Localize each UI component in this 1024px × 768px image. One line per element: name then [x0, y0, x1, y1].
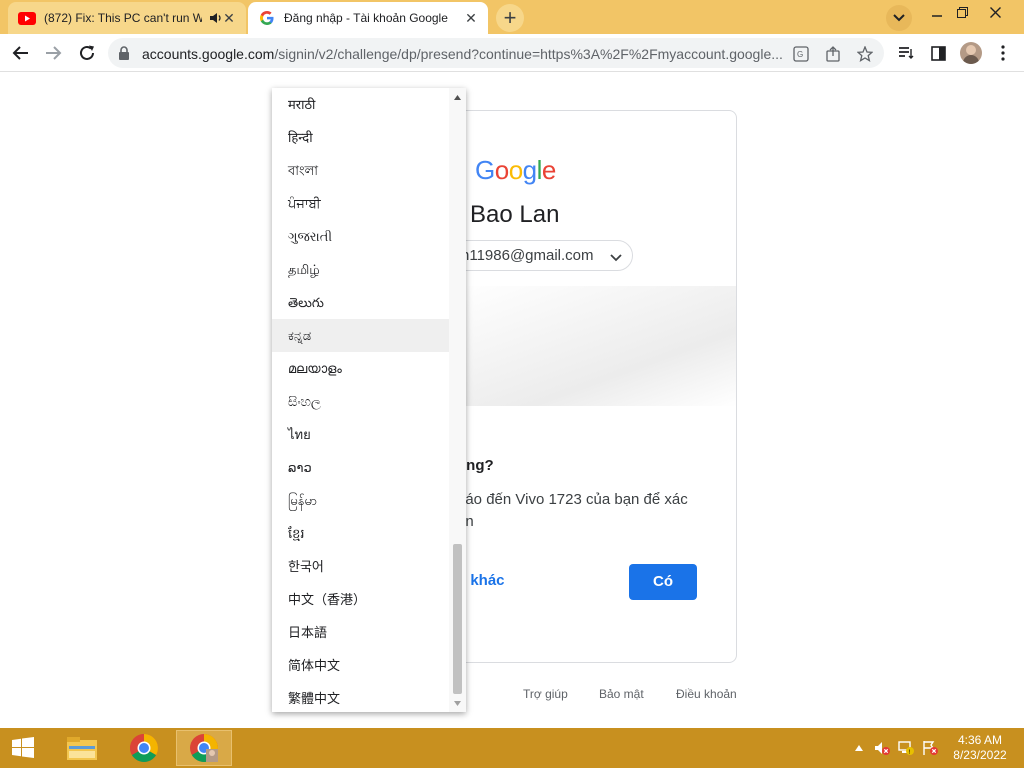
language-option[interactable]: 简体中文	[272, 649, 449, 682]
forward-arrow-icon[interactable]	[40, 40, 66, 66]
prompt-description: báo đến Vivo 1723 của bạn để xác ạn	[457, 489, 727, 533]
language-option[interactable]: ਪੰਜਾਬੀ	[272, 187, 449, 220]
yes-button[interactable]: Có	[629, 564, 697, 600]
language-option[interactable]: বাংলা	[272, 154, 449, 187]
close-tab-icon[interactable]: ✕	[220, 9, 238, 27]
windows-start-icon[interactable]	[8, 736, 40, 760]
tab-search-button[interactable]	[886, 5, 912, 31]
language-dropdown[interactable]: मराठी हिन्दी বাংলা ਪੰਜਾਬੀ ગુજરાતી தமிழ் …	[272, 88, 466, 712]
taskbar-clock[interactable]: 4:36 AM 8/23/2022	[944, 733, 1016, 763]
side-panel-icon[interactable]	[928, 43, 948, 63]
show-hidden-icons-chevron-icon[interactable]	[851, 740, 867, 756]
close-window-button[interactable]	[980, 2, 1010, 22]
chrome-taskbar-icon[interactable]	[116, 730, 172, 766]
url-path: /signin/v2/challenge/dp/presend?continue…	[274, 46, 783, 62]
more-menu-icon[interactable]	[993, 43, 1013, 63]
restore-button[interactable]	[947, 2, 977, 22]
scrollbar-thumb[interactable]	[453, 544, 462, 694]
lock-icon[interactable]	[118, 46, 130, 65]
language-option[interactable]: മലയാളം	[272, 352, 449, 385]
google-favicon-icon	[258, 10, 276, 26]
language-option[interactable]: தமிழ்	[272, 253, 449, 286]
chevron-down-icon	[610, 249, 622, 267]
privacy-link[interactable]: Bảo mật	[599, 687, 644, 701]
profile-avatar[interactable]	[960, 42, 982, 64]
prompt-line-1: báo đến Vivo 1723 của bạn để xác	[457, 491, 688, 508]
help-link[interactable]: Trợ giúp	[523, 687, 568, 701]
language-option[interactable]: ລາວ	[272, 451, 449, 484]
youtube-icon	[18, 10, 36, 26]
tab-title: (872) Fix: This PC can't run Windows 11	[44, 11, 202, 25]
language-option[interactable]: తెలుగు	[272, 286, 449, 319]
language-option[interactable]: 中文（香港）	[272, 583, 449, 616]
language-option[interactable]: मराठी	[272, 88, 449, 121]
url-host: accounts.google.com	[142, 46, 275, 62]
account-name: Bao Lan	[470, 201, 560, 228]
scroll-up-arrow-icon[interactable]	[449, 90, 466, 104]
language-option[interactable]: ไทย	[272, 418, 449, 451]
account-email: n11986@gmail.com	[461, 247, 594, 264]
close-tab-icon[interactable]: ✕	[462, 9, 480, 27]
language-option[interactable]: 日本語	[272, 616, 449, 649]
tab-title: Đăng nhập - Tài khoản Google	[284, 11, 448, 25]
language-option[interactable]: ગુજરાતી	[272, 220, 449, 253]
reading-list-icon[interactable]	[896, 43, 916, 63]
tab-google-signin[interactable]: Đăng nhập - Tài khoản Google ✕	[248, 2, 488, 34]
clock-date: 8/23/2022	[953, 748, 1007, 762]
google-logo: Google	[475, 155, 556, 185]
language-option-highlighted[interactable]: ಕನ್ನಡ	[272, 319, 449, 352]
browser-toolbar: accounts.google.com/signin/v2/challenge/…	[0, 34, 1024, 72]
bookmark-star-icon[interactable]	[856, 45, 874, 63]
back-arrow-icon[interactable]	[8, 40, 34, 66]
action-center-flag-icon[interactable]	[922, 740, 938, 756]
language-option[interactable]: မြန်မာ	[272, 484, 449, 517]
address-bar[interactable]: accounts.google.com/signin/v2/challenge/…	[108, 38, 884, 68]
clock-time: 4:36 AM	[957, 733, 1003, 747]
prompt-line-2: ạn	[457, 511, 727, 533]
tab-strip: (872) Fix: This PC can't run Windows 11 …	[0, 0, 1024, 34]
terms-link[interactable]: Điều khoản	[676, 687, 737, 701]
reload-icon[interactable]	[74, 40, 100, 66]
language-option[interactable]: ខ្មែរ	[272, 517, 449, 550]
language-option[interactable]: 繁體中文	[272, 682, 449, 712]
share-icon[interactable]	[824, 45, 842, 63]
svg-text:G: G	[797, 50, 803, 59]
chrome-profile-taskbar-icon[interactable]	[176, 730, 232, 766]
dropdown-scrollbar[interactable]	[449, 88, 466, 712]
language-option[interactable]: 한국어	[272, 550, 449, 583]
url-text[interactable]: accounts.google.com/signin/v2/challenge/…	[142, 46, 792, 62]
network-icon[interactable]: !	[898, 740, 914, 756]
language-option[interactable]: සිංහල	[272, 385, 449, 418]
new-tab-button[interactable]: +	[496, 4, 524, 32]
scroll-down-arrow-icon[interactable]	[449, 696, 466, 710]
translate-icon[interactable]: G	[792, 45, 810, 63]
windows-taskbar: ! 4:36 AM 8/23/2022	[0, 728, 1024, 768]
volume-muted-icon[interactable]	[874, 740, 890, 756]
file-explorer-icon[interactable]	[54, 730, 110, 766]
tab-youtube[interactable]: (872) Fix: This PC can't run Windows 11 …	[8, 2, 246, 34]
language-option[interactable]: हिन्दी	[272, 121, 449, 154]
